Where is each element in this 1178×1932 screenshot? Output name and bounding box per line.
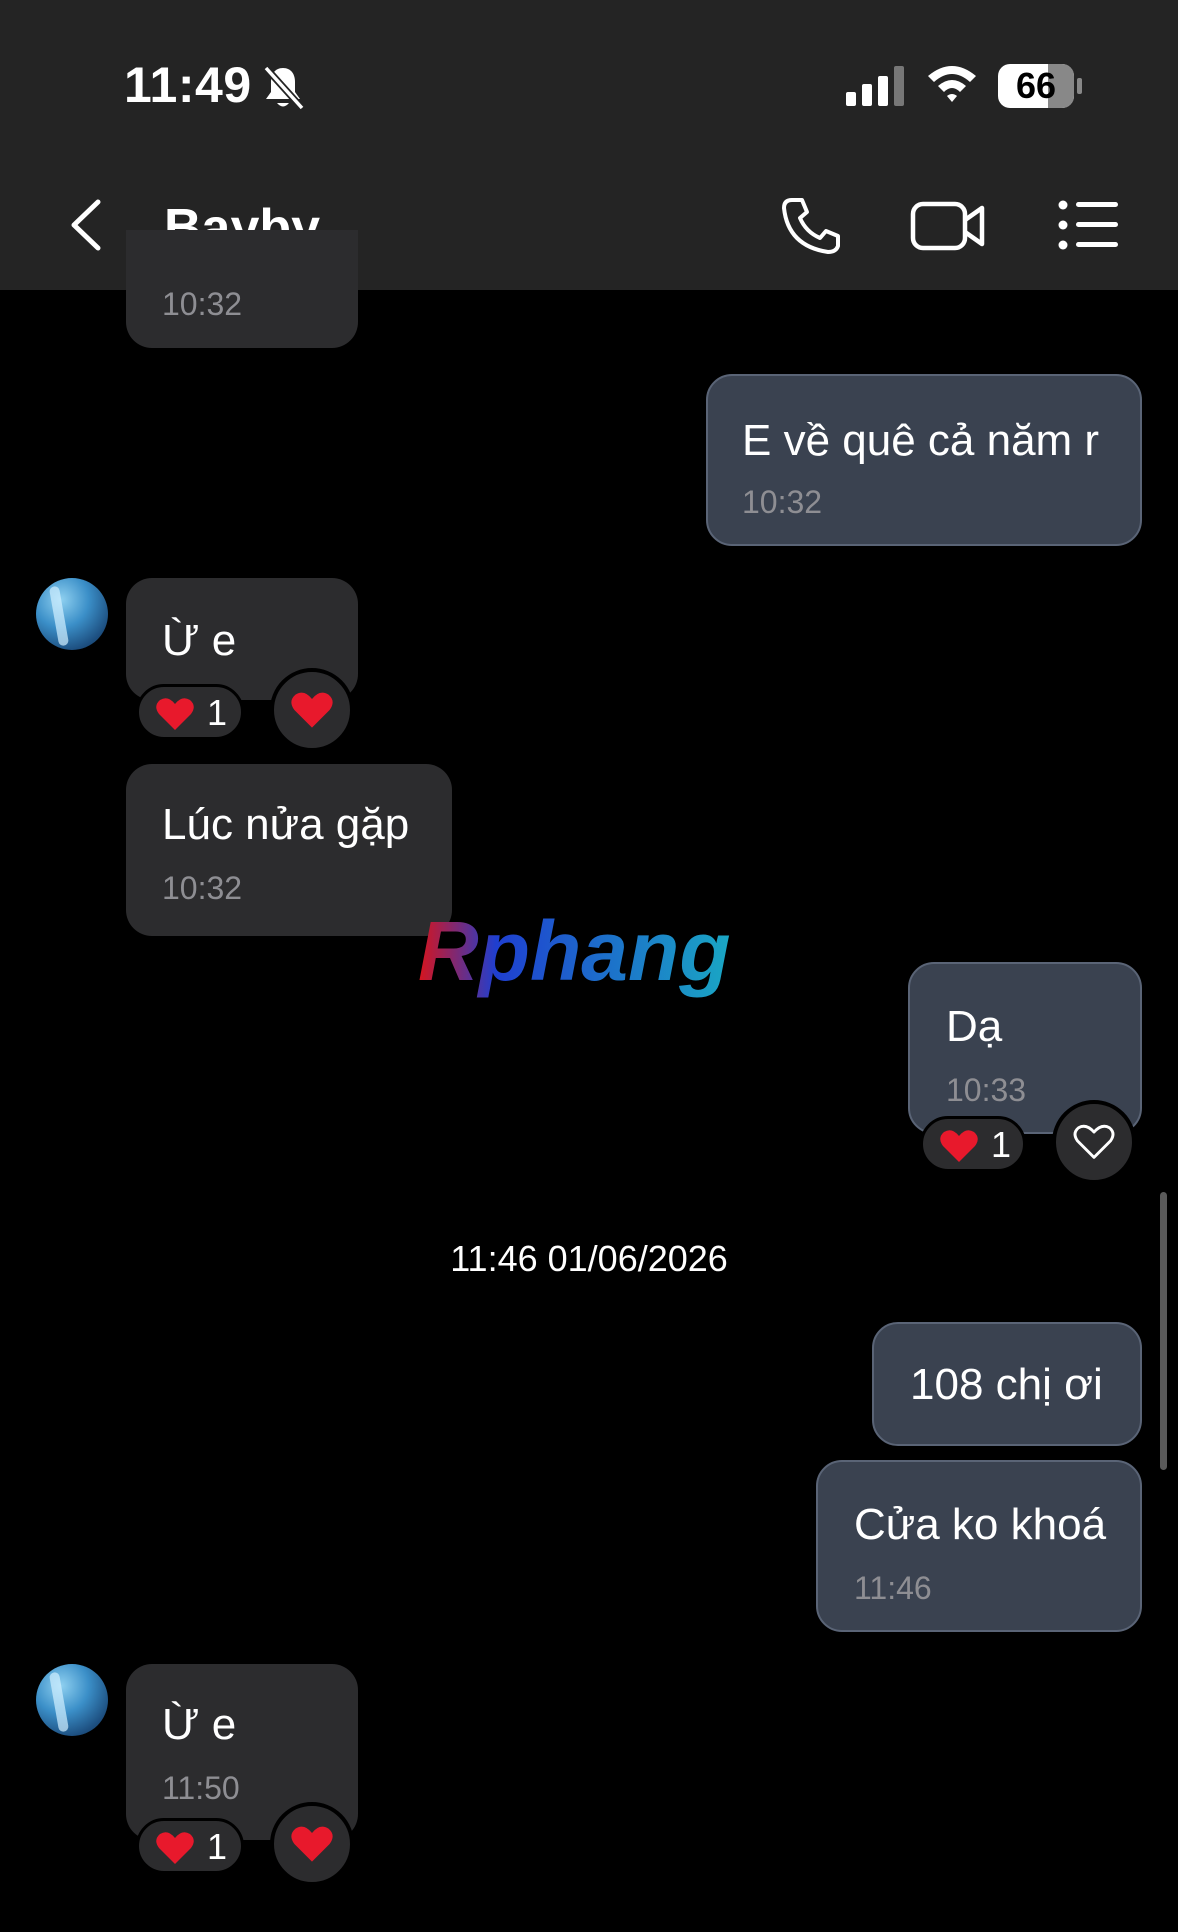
message-text: Ừ e (162, 616, 237, 665)
red-heart-icon (291, 1826, 333, 1862)
contact-avatar[interactable] (36, 1664, 108, 1736)
red-heart-icon (156, 698, 194, 730)
message-time: 10:32 (162, 870, 243, 906)
red-heart-icon (291, 692, 333, 728)
message-text: Dạ (946, 1002, 1003, 1051)
message-time: 10:32 (162, 286, 243, 322)
react-button[interactable] (270, 1802, 354, 1886)
message-bubble-outgoing[interactable]: Cửa ko khoá 11:46 (816, 1460, 1142, 1632)
message-bubble-incoming[interactable]: Lúc nửa gặp 10:32 (126, 764, 452, 936)
message-time: 10:33 (946, 1072, 1027, 1108)
reaction-count-badge[interactable]: 1 (136, 684, 244, 740)
reaction-count: 1 (991, 1124, 1012, 1165)
reaction-count-badge[interactable]: 1 (136, 1818, 244, 1874)
heart-outline-icon (1073, 1124, 1115, 1159)
watermark-logo: Rphang (418, 908, 731, 998)
react-button[interactable] (270, 668, 354, 752)
message-bubble-outgoing[interactable]: 108 chị ơi (872, 1322, 1142, 1446)
red-heart-icon (156, 1832, 194, 1864)
message-time: 10:32 (742, 484, 823, 520)
message-bubble-outgoing[interactable]: E về quê cả năm r 10:32 (706, 374, 1142, 546)
red-heart-icon (940, 1130, 978, 1162)
message-time: 11:50 (162, 1770, 240, 1806)
message-text: E về quê cả năm r (742, 416, 1100, 465)
date-separator: 11:46 01/06/2026 (450, 1238, 728, 1279)
contact-avatar[interactable] (36, 578, 108, 650)
scrollbar[interactable] (1160, 1192, 1167, 1470)
reaction-count: 1 (207, 1826, 228, 1867)
watermark-text: Rphang (418, 908, 731, 998)
react-button[interactable] (1052, 1100, 1136, 1184)
message-text: Lúc nửa gặp (162, 800, 410, 849)
message-text: Cửa ko khoá (854, 1500, 1107, 1549)
message-time: 11:46 (854, 1570, 932, 1606)
reaction-count-badge[interactable]: 1 (920, 1116, 1026, 1172)
message-text: 108 chị ơi (910, 1360, 1103, 1409)
message-text: Ừ e (162, 1700, 237, 1749)
reaction-count: 1 (207, 692, 228, 733)
